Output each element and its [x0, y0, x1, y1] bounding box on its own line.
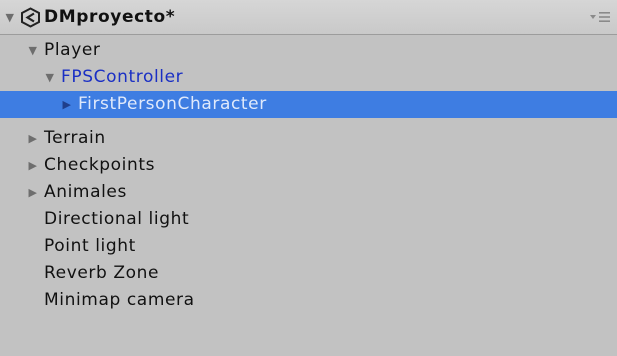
hierarchy-item-fpscontroller[interactable]: ▼ FPSController — [0, 64, 617, 91]
hierarchy-item-animales[interactable]: ▶ Animales — [0, 179, 617, 206]
triangle-down-icon[interactable]: ▼ — [3, 4, 17, 31]
item-label: Minimap camera — [44, 290, 195, 310]
hierarchy-item-checkpoints[interactable]: ▶ Checkpoints — [0, 152, 617, 179]
hierarchy-item-terrain[interactable]: ▶ Terrain — [0, 125, 617, 152]
unity-scene-icon — [21, 7, 40, 28]
item-label: Reverb Zone — [44, 263, 160, 283]
item-label: Point light — [44, 236, 136, 256]
item-label: Checkpoints — [44, 155, 156, 175]
hierarchy-item-firstpersoncharacter[interactable]: ▶ FirstPersonCharacter — [0, 91, 617, 118]
scene-header-row[interactable]: ▼ DMproyecto* — [0, 0, 617, 35]
triangle-right-icon[interactable]: ▶ — [26, 152, 40, 179]
hierarchy-item-minimap-camera[interactable]: Minimap camera — [0, 287, 617, 314]
hierarchy-item-player[interactable]: ▼ Player — [0, 37, 617, 64]
item-label: FPSController — [61, 67, 184, 87]
item-label: FirstPersonCharacter — [78, 94, 267, 114]
scene-name: DMproyecto* — [44, 7, 176, 27]
hierarchy-item-directional-light[interactable]: Directional light — [0, 206, 617, 233]
hierarchy-item-reverb-zone[interactable]: Reverb Zone — [0, 260, 617, 287]
item-label: Terrain — [44, 128, 106, 148]
triangle-right-icon[interactable]: ▶ — [26, 125, 40, 152]
triangle-down-icon[interactable]: ▼ — [26, 37, 40, 64]
triangle-right-icon[interactable]: ▶ — [26, 179, 40, 206]
triangle-down-icon[interactable]: ▼ — [43, 64, 57, 91]
hierarchy-panel: ▼ DMproyecto* ▼ Player ▼ FPSController ▶… — [0, 0, 617, 356]
item-label: Player — [44, 40, 101, 60]
dropdown-menu-icon[interactable] — [589, 9, 611, 25]
triangle-right-icon[interactable]: ▶ — [60, 91, 74, 118]
hierarchy-item-point-light[interactable]: Point light — [0, 233, 617, 260]
item-label: Directional light — [44, 209, 190, 229]
item-label: Animales — [44, 182, 127, 202]
